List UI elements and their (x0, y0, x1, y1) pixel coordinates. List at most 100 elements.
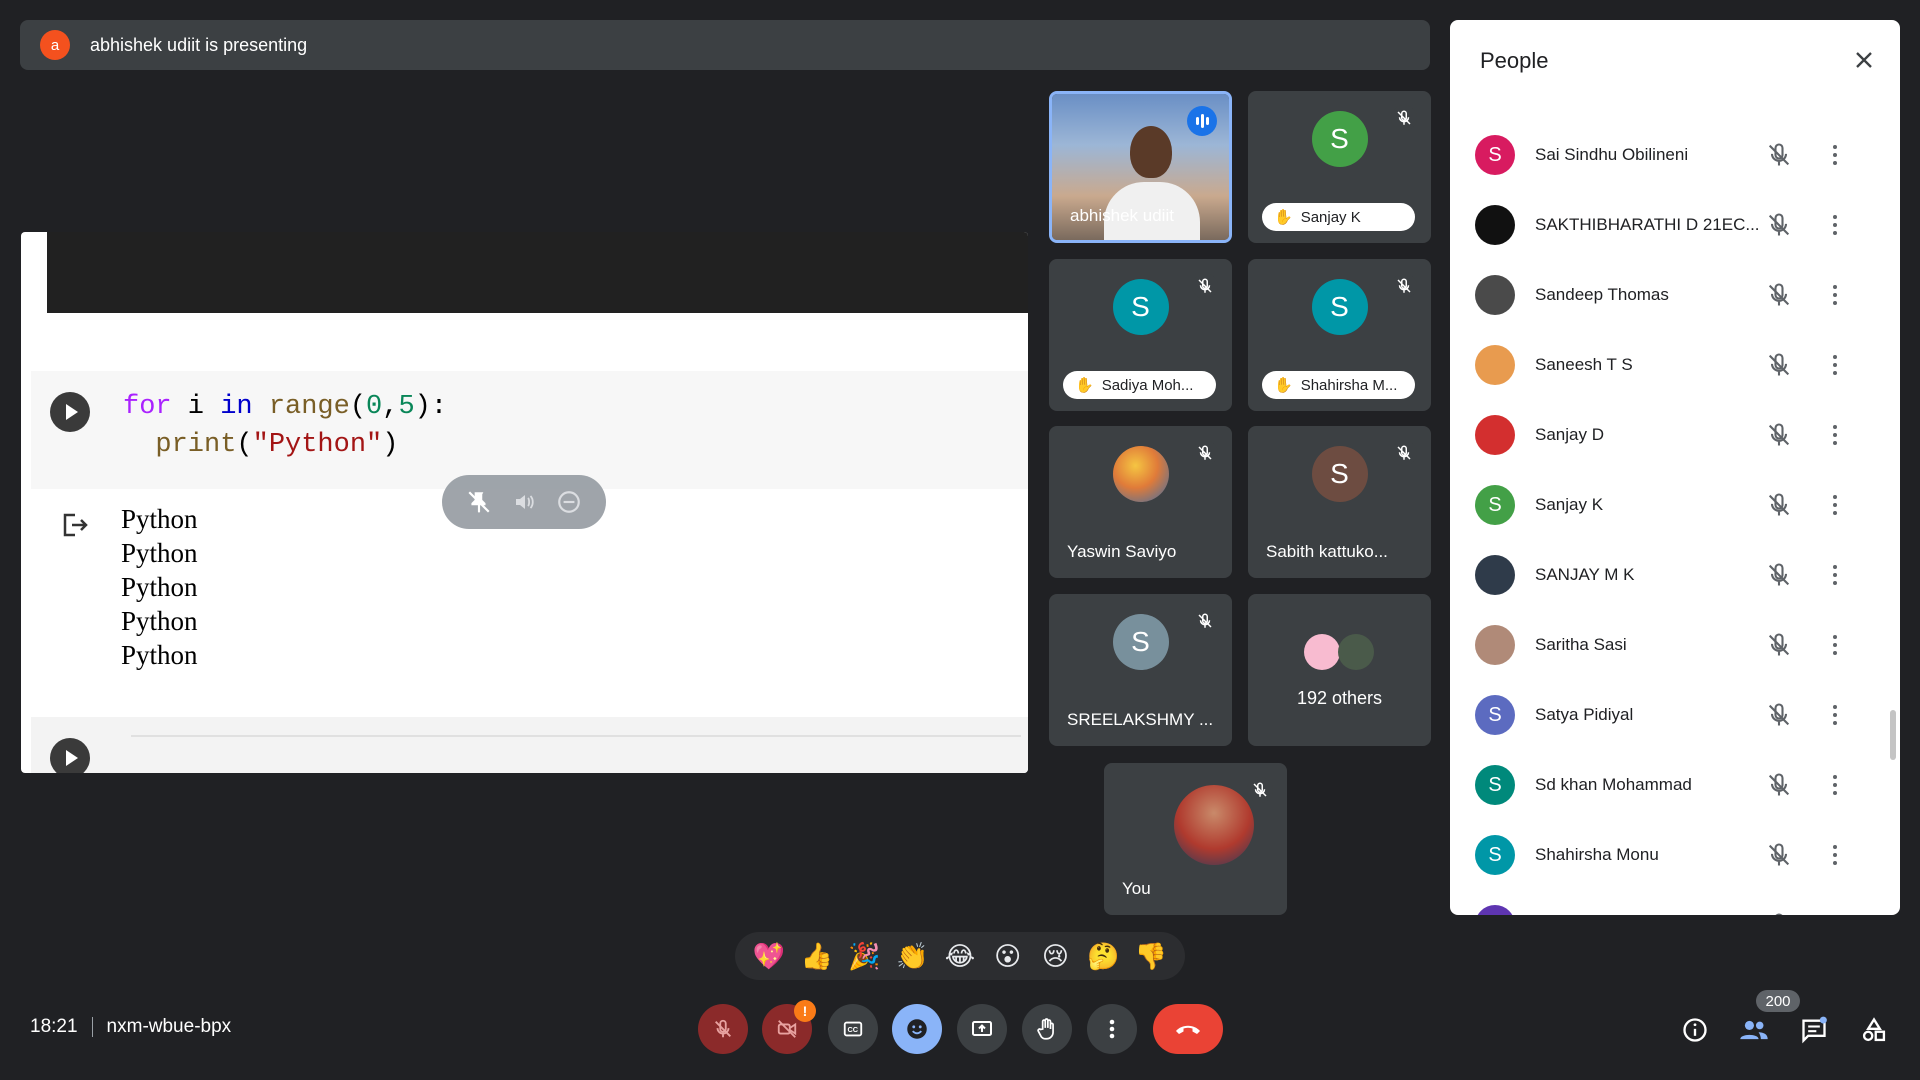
more-options-button[interactable] (1087, 1004, 1137, 1054)
code-token: , (382, 392, 399, 422)
camera-off-icon (777, 1020, 797, 1038)
close-icon[interactable] (1850, 46, 1878, 74)
tile-sadiya[interactable]: S ✋ Sadiya Moh... (1049, 259, 1232, 411)
code-token: ( (349, 392, 367, 422)
more-vert-icon[interactable] (1825, 281, 1845, 309)
avatar: S (1475, 905, 1515, 915)
participant-row[interactable]: S Shahirsha Monu (1450, 820, 1900, 890)
more-vert-icon[interactable] (1825, 421, 1845, 449)
raised-hand-icon: ✋ (1075, 377, 1094, 394)
tile-you[interactable]: You (1104, 763, 1287, 915)
participant-row[interactable]: S Sd khan Mohammad (1450, 750, 1900, 820)
mic-off-icon[interactable] (1765, 491, 1793, 519)
participant-row[interactable]: S Sai Sindhu Obilineni (1450, 120, 1900, 190)
more-vert-icon[interactable] (1825, 841, 1845, 869)
run-next-cell-button[interactable] (50, 738, 90, 773)
mic-off-icon[interactable] (1765, 841, 1793, 869)
present-button[interactable] (957, 1004, 1007, 1054)
participant-row[interactable]: SANJAY M K (1450, 540, 1900, 610)
raised-hand-icon: ✋ (1274, 377, 1293, 394)
mic-off-icon[interactable] (1765, 351, 1793, 379)
raise-hand-button[interactable] (1022, 1004, 1072, 1054)
more-vert-icon[interactable] (1825, 491, 1845, 519)
more-vert-icon[interactable] (1825, 211, 1845, 239)
participant-name: Sai Sindhu Obilineni (1535, 145, 1689, 164)
participant-row[interactable]: S Satya Pidiyal (1450, 680, 1900, 750)
volume-icon[interactable] (512, 490, 536, 514)
tile-sabith[interactable]: S Sabith kattuko... (1248, 426, 1431, 578)
unpin-icon[interactable] (466, 489, 492, 515)
tile-name: You (1122, 879, 1151, 898)
mic-off-icon[interactable] (1765, 211, 1793, 239)
participant-name: Sanjay K (1535, 495, 1604, 514)
more-vert-icon[interactable] (1825, 631, 1845, 659)
code-token: in (220, 392, 253, 422)
avatar: S (1475, 835, 1515, 875)
people-button[interactable] (1738, 1014, 1770, 1046)
tile-name: Sadiya Moh... (1101, 376, 1194, 394)
participant-row[interactable]: Sanjay D (1450, 400, 1900, 470)
mic-off-icon[interactable] (1765, 631, 1793, 659)
scrollbar[interactable] (1890, 710, 1896, 760)
others-avatar-2 (1338, 634, 1374, 670)
participant-name: Sd khan Mohammad (1535, 775, 1692, 794)
reaction-thinking[interactable]: 🤔 (1085, 941, 1121, 972)
tile-shahirsha[interactable]: S ✋ Shahirsha M... (1248, 259, 1431, 411)
more-vert-icon[interactable] (1825, 351, 1845, 379)
next-code-cell (31, 717, 1028, 773)
meeting-details-button[interactable] (1679, 1014, 1711, 1046)
activities-button[interactable] (1858, 1014, 1890, 1046)
chat-button[interactable] (1798, 1014, 1830, 1046)
reaction-party-popper[interactable]: 🎉 (846, 941, 882, 972)
mic-toggle-button[interactable] (698, 1004, 748, 1054)
run-cell-button[interactable] (50, 392, 90, 432)
tile-sreelakshmy[interactable]: S SREELAKSHMY ... (1049, 594, 1232, 746)
participant-row[interactable]: S Sanjay K (1450, 470, 1900, 540)
presenter-avatar: a (40, 30, 70, 60)
participant-name: Saritha Sasi (1535, 635, 1627, 654)
participant-row[interactable]: SAKTHIBHARATHI D 21EC... (1450, 190, 1900, 260)
reaction-sparkling-heart[interactable]: 💖 (751, 941, 787, 972)
code-token: ) (382, 430, 399, 460)
mic-off-icon[interactable] (1765, 911, 1793, 915)
participant-row[interactable]: Saneesh T S (1450, 330, 1900, 400)
mic-off-icon[interactable] (1765, 701, 1793, 729)
mic-off-icon[interactable] (1765, 281, 1793, 309)
output-icon (63, 513, 88, 537)
captions-button[interactable]: CC (828, 1004, 878, 1054)
tile-sanjay-k[interactable]: S ✋ Sanjay K (1248, 91, 1431, 243)
mic-off-icon[interactable] (1765, 561, 1793, 589)
reaction-crying[interactable]: 😢 (1037, 941, 1073, 972)
reaction-thumbs-up[interactable]: 👍 (799, 941, 835, 972)
mic-off-icon[interactable] (1765, 771, 1793, 799)
avatar (1475, 415, 1515, 455)
tile-others[interactable]: 192 others (1248, 594, 1431, 746)
participant-row[interactable]: SSHILPA S (1450, 890, 1900, 915)
reactions-button[interactable] (892, 1004, 942, 1054)
mic-off-icon[interactable] (1765, 141, 1793, 169)
output-line: Python (121, 640, 198, 670)
more-vert-icon[interactable] (1825, 771, 1845, 799)
participant-row[interactable]: Sandeep Thomas (1450, 260, 1900, 330)
more-vert-icon (1109, 1019, 1115, 1039)
tile-abhishek-udiit[interactable]: abhishek udiit (1049, 91, 1232, 243)
reaction-laughing[interactable]: 😂 (942, 941, 978, 972)
camera-toggle-button[interactable]: ! (762, 1000, 816, 1054)
tile-name: abhishek udiit (1070, 206, 1174, 225)
info-icon (1683, 1018, 1707, 1042)
mic-off-icon[interactable] (1765, 421, 1793, 449)
more-vert-icon[interactable] (1825, 561, 1845, 589)
reaction-thumbs-down[interactable]: 👎 (1133, 941, 1169, 972)
remove-icon[interactable] (556, 489, 582, 515)
tile-yaswin-saviyo[interactable]: Yaswin Saviyo (1049, 426, 1232, 578)
presentation-controls-pill (442, 475, 606, 529)
notebook-header-area (47, 232, 1028, 313)
reaction-clapping[interactable]: 👏 (894, 941, 930, 972)
more-vert-icon[interactable] (1825, 701, 1845, 729)
participant-row[interactable]: Saritha Sasi (1450, 610, 1900, 680)
leave-call-button[interactable] (1153, 1004, 1223, 1054)
more-vert-icon[interactable] (1825, 911, 1845, 915)
reaction-surprised[interactable]: 😮 (990, 941, 1026, 972)
more-vert-icon[interactable] (1825, 141, 1845, 169)
